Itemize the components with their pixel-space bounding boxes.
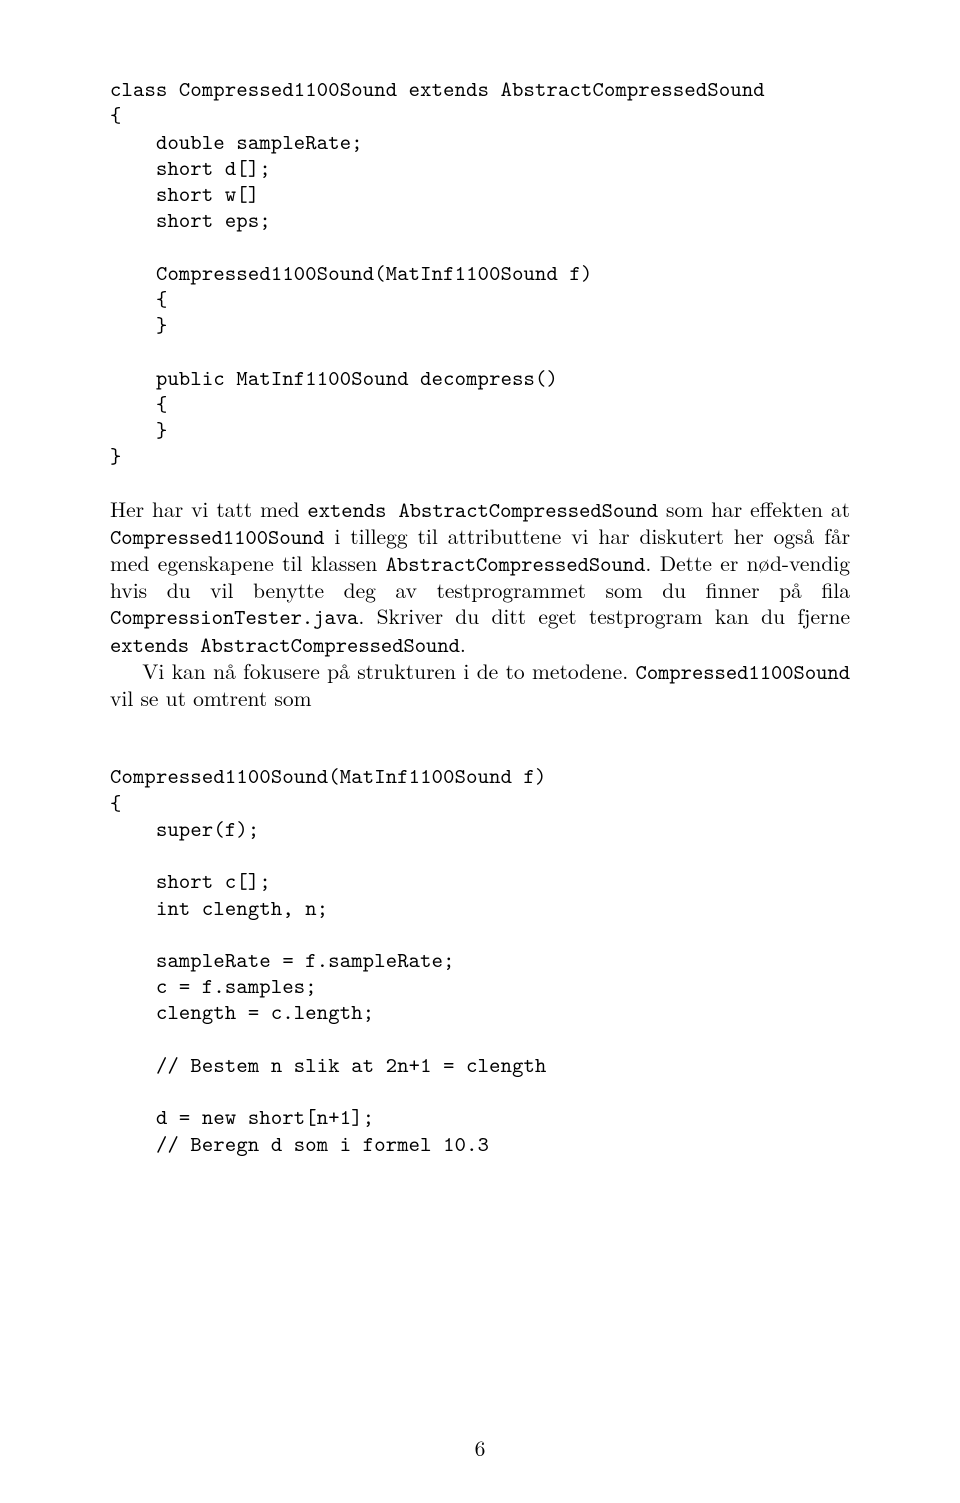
paragraph-1: Her har vi tatt med extends AbstractComp… [110, 496, 850, 658]
text: Vi kan nå fokusere på strukturen i de to… [142, 656, 635, 686]
inline-code: Compressed1100Sound [110, 522, 324, 551]
code-line: d = new short[n+1]; [110, 1102, 374, 1131]
code-block-class-def: class Compressed1100Sound extends Abstra… [110, 50, 850, 470]
inline-code: extends AbstractCompressedSound [307, 495, 658, 524]
code-line: int clength, n; [110, 893, 328, 922]
code-line: { [110, 284, 167, 313]
code-line: } [110, 415, 167, 444]
code-line: { [110, 389, 167, 418]
code-line: { [110, 788, 122, 817]
code-block-constructor: Compressed1100Sound(MatInf1100Sound f) {… [110, 737, 850, 1157]
text: Her har vi tatt med [110, 494, 307, 524]
code-line: clength = c.length; [110, 997, 374, 1026]
text: som har effekten at [658, 494, 850, 524]
code-line: Compressed1100Sound(MatInf1100Sound f) [110, 761, 547, 790]
page-number: 6 [0, 1433, 960, 1463]
inline-code: Compressed1100Sound [636, 657, 850, 686]
code-line: short c[]; [110, 866, 271, 895]
inline-code: extends AbstractCompressedSound [110, 630, 460, 659]
text: . Skriver du ditt eget testprogram kan d… [358, 601, 850, 631]
code-line: class Compressed1100Sound extends Abstra… [110, 74, 765, 103]
page: class Compressed1100Sound extends Abstra… [0, 0, 960, 1503]
code-line: // Beregn d som i formel 10.3 [110, 1129, 489, 1158]
code-line: // Bestem n slik at 2n+1 = clength [110, 1050, 547, 1079]
code-line: public MatInf1100Sound decompress() [110, 363, 558, 392]
code-line: Compressed1100Sound(MatInf1100Sound f) [110, 258, 592, 287]
inline-code: CompressionTester.java [110, 602, 358, 631]
inline-code: AbstractCompressedSound [386, 549, 646, 578]
spacer [110, 711, 850, 737]
code-line: } [110, 441, 122, 470]
spacer [110, 470, 850, 496]
code-line: { [110, 100, 122, 129]
code-line: c = f.samples; [110, 971, 317, 1000]
code-line: short w[] [110, 179, 259, 208]
code-line: short d[]; [110, 153, 271, 182]
code-line: super(f); [110, 814, 259, 843]
code-line: short eps; [110, 205, 271, 234]
text: . [460, 629, 466, 659]
paragraph-2: Vi kan nå fokusere på strukturen i de to… [110, 658, 850, 711]
code-line: sampleRate = f.sampleRate; [110, 945, 455, 974]
code-line: } [110, 310, 167, 339]
code-line: double sampleRate; [110, 127, 363, 156]
text: vil se ut omtrent som [110, 683, 312, 713]
